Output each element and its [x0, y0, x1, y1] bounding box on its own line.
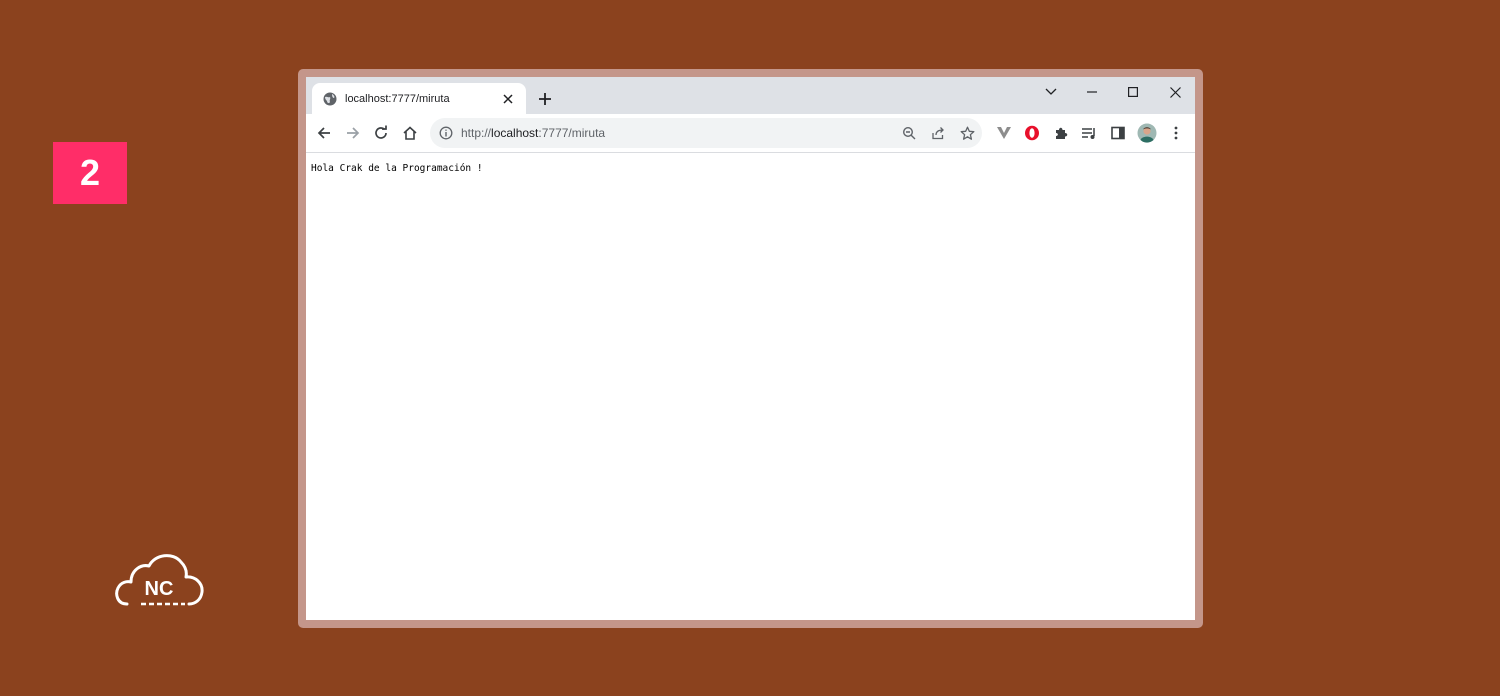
home-button[interactable]	[400, 123, 420, 143]
reading-list-icon	[1082, 128, 1095, 139]
home-icon	[403, 126, 417, 140]
side-panel-button[interactable]	[1108, 123, 1128, 143]
zoom-button[interactable]	[899, 123, 919, 143]
side-panel-icon	[1111, 126, 1125, 140]
globe-icon	[322, 91, 338, 107]
extensions-button[interactable]	[1051, 123, 1071, 143]
profile-avatar[interactable]	[1136, 122, 1158, 144]
plus-icon	[539, 93, 551, 105]
tab-close-icon[interactable]	[500, 91, 516, 107]
forward-button[interactable]	[343, 123, 363, 143]
info-icon	[439, 126, 453, 140]
forward-icon	[347, 127, 360, 139]
tab-title: localhost:7777/miruta	[345, 92, 450, 105]
opera-extension-icon	[1025, 125, 1039, 141]
step-number-badge: 2	[53, 142, 127, 204]
cloud-logo-icon: NC	[115, 554, 204, 606]
more-menu-icon	[1174, 126, 1178, 140]
minimize-button[interactable]	[1077, 81, 1107, 103]
zoom-icon	[902, 126, 916, 140]
extensions-puzzle-icon	[1056, 127, 1068, 139]
share-button[interactable]	[928, 123, 948, 143]
maximize-button[interactable]	[1118, 81, 1148, 103]
bookmark-button[interactable]	[957, 123, 977, 143]
close-window-icon	[1169, 86, 1181, 98]
page-body-text: Hola Crak de la Programación !	[311, 163, 483, 174]
bookmark-star-icon	[960, 126, 974, 140]
reload-icon	[375, 125, 387, 139]
minimize-icon	[1087, 91, 1097, 93]
browser-window: localhost:7777/miruta http://localhost:7…	[306, 77, 1195, 620]
site-info-button[interactable]	[436, 123, 456, 143]
new-tab-button[interactable]	[536, 90, 554, 108]
tab-active[interactable]: localhost:7777/miruta	[312, 83, 526, 114]
reading-list-button[interactable]	[1079, 123, 1099, 143]
tab-search-button[interactable]	[1036, 81, 1066, 103]
back-button[interactable]	[314, 123, 334, 143]
vivaldi-extension-icon	[997, 127, 1011, 139]
tab-search-icon	[1045, 88, 1057, 95]
nc-cloud-logo: NC	[113, 550, 205, 610]
url-host: localhost	[491, 126, 539, 140]
page-content: Hola Crak de la Programación !	[306, 153, 1195, 620]
logo-text: NC	[145, 578, 174, 600]
profile-avatar-icon	[1137, 123, 1157, 143]
browser-window-frame: localhost:7777/miruta http://localhost:7…	[298, 69, 1203, 628]
tab-strip: localhost:7777/miruta	[306, 77, 1195, 114]
opera-extension-button[interactable]	[1022, 123, 1042, 143]
share-icon	[932, 127, 944, 140]
maximize-icon	[1128, 87, 1138, 97]
url-path: :7777/miruta	[538, 126, 606, 140]
reload-button[interactable]	[371, 123, 391, 143]
url-text[interactable]: http://localhost:7777/miruta	[461, 126, 605, 140]
browser-toolbar: http://localhost:7777/miruta	[306, 114, 1195, 153]
vivaldi-extension-button[interactable]	[994, 123, 1014, 143]
more-menu-button[interactable]	[1166, 123, 1186, 143]
back-icon	[317, 127, 330, 139]
close-window-button[interactable]	[1160, 81, 1190, 103]
address-bar[interactable]: http://localhost:7777/miruta	[430, 118, 982, 148]
url-prefix: http://	[461, 126, 492, 140]
